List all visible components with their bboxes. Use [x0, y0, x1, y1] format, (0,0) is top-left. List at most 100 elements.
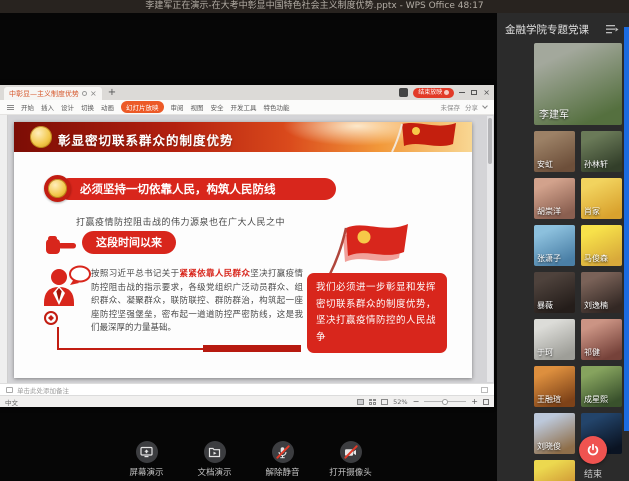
document-share-button[interactable]: 文档演示 [189, 441, 241, 478]
wps-menu-item[interactable]: 审阅 [171, 102, 184, 112]
status-language: 中文 [5, 397, 18, 407]
presenter-title-text: 李建军正在演示-在大考中彰显中国特色社会主义制度优势.pptx - WPS Of… [145, 1, 483, 11]
participant-tile[interactable]: 胡崇洋 [534, 178, 575, 219]
connector-line [57, 348, 207, 350]
account-avatar[interactable] [399, 88, 408, 97]
close-icon[interactable]: × [483, 89, 490, 97]
wps-document-tab[interactable]: 中彰显—主义制度优势 × [4, 87, 102, 100]
party-emblem-icon [30, 126, 52, 148]
participant-tile[interactable]: 孙林轩 [581, 131, 622, 172]
participant-name: 刘逸楠 [584, 300, 608, 311]
new-tab-button[interactable]: + [108, 87, 116, 98]
normal-view-icon[interactable] [357, 399, 364, 405]
zoom-in-button[interactable]: + [471, 398, 478, 406]
wps-office-window: 中彰显—主义制度优势 × + 结束放映 × [0, 85, 494, 407]
participant-tile[interactable]: 王融瑄 [534, 366, 575, 407]
wps-menu-item[interactable]: 插入 [41, 102, 54, 112]
slide-sorter-view-icon[interactable] [369, 399, 376, 405]
scrollbar-thumb[interactable] [488, 118, 492, 164]
unsaved-status: 未保存 [441, 102, 461, 112]
restore-icon[interactable] [471, 90, 477, 95]
chevron-down-icon[interactable] [482, 103, 488, 109]
participant-tile[interactable]: 马俊森 [581, 225, 622, 266]
wps-menu-item[interactable]: 切换 [81, 102, 94, 112]
tool-label: 屏幕演示 [129, 466, 163, 478]
wps-menu-item[interactable]: 特色功能 [264, 102, 290, 112]
sidebar-header: 金融学院专题党课 [505, 22, 619, 37]
wps-tab-title: 中彰显—主义制度优势 [9, 89, 79, 99]
participant-tile[interactable]: 李建军 [534, 43, 622, 125]
screen-share-button[interactable]: 屏幕演示 [121, 441, 173, 478]
zoom-slider[interactable] [424, 401, 466, 402]
wps-tab-bar: 中彰显—主义制度优势 × + 结束放映 × [0, 85, 494, 100]
tab-sync-icon [82, 91, 87, 96]
participant-tile[interactable] [534, 460, 575, 481]
participants-sidebar: 金融学院专题党课 李建军安虹 孙林轩胡崇洋 肖冢张潇子马俊森暴薇 刘逸楠于珂祁健王融瑄… [497, 13, 629, 481]
reading-view-icon[interactable] [381, 399, 388, 405]
zoom-slider-knob[interactable] [442, 399, 448, 405]
slide-banner: 彰显密切联系群众的制度优势 [14, 122, 472, 152]
wps-menu-item[interactable]: 视图 [191, 102, 204, 112]
participant-name: 祁健 [584, 347, 600, 358]
tool-label: 打开摄像头 [329, 466, 372, 478]
document-icon [208, 446, 221, 459]
end-show-badge[interactable]: 结束放映 [413, 88, 454, 98]
tool-label: 文档演示 [197, 466, 231, 478]
participant-tile[interactable]: 祁健 [581, 319, 622, 360]
notes-expand-icon[interactable] [481, 387, 488, 393]
notes-placeholder[interactable]: 单击此处添加备注 [17, 385, 69, 395]
meeting-app-window: 李建军正在演示-在大考中彰显中国特色社会主义制度优势.pptx - WPS Of… [0, 0, 629, 481]
slide-body-text: 按照习近平总书记关于紧紧依靠人民群众坚决打赢疫情防控阻击战的指示要求，各级党组织… [91, 268, 303, 336]
participant-list-toggle-icon[interactable] [606, 25, 619, 34]
power-icon [586, 443, 600, 457]
wps-menu-item[interactable]: 安全 [211, 102, 224, 112]
participant-name: 安虹 [537, 159, 553, 170]
zoom-level[interactable]: 52% [393, 398, 407, 406]
end-meeting-button[interactable] [579, 436, 607, 464]
zoom-out-button[interactable]: − [413, 398, 420, 406]
slide-callout: 我们必须进一步彰显和发挥密切联系群众的制度优势，坚决打赢疫情防控的人民战争 [307, 273, 447, 353]
participant-tile[interactable]: 暴薇 [534, 272, 575, 313]
meeting-toolbar: 屏幕演示 文档演示 [0, 441, 497, 478]
participant-tile[interactable]: 成星熙 [581, 366, 622, 407]
participant-tile[interactable]: 肖冢 [581, 178, 622, 219]
wps-notes-bar[interactable]: 单击此处添加备注 [0, 383, 494, 395]
slide-banner-title: 彰显密切联系群众的制度优势 [58, 130, 234, 149]
meeting-title: 金融学院专题党课 [505, 22, 589, 37]
participant-name: 胡崇洋 [537, 206, 561, 217]
connector-line [57, 327, 59, 350]
participant-name: 王融瑄 [537, 394, 561, 405]
participant-name: 肖冢 [584, 206, 600, 217]
wps-menu-item[interactable]: 开发工具 [231, 102, 257, 112]
speaker-figure-icon [42, 265, 92, 329]
participant-tile[interactable]: 张潇子 [534, 225, 575, 266]
wps-menu-item[interactable]: 设计 [61, 102, 74, 112]
participant-list: 李建军安虹孙林轩胡崇洋肖冢张潇子马俊森暴薇刘逸楠于珂祁健王融瑄成星熙刘晓俊陈绍 [534, 43, 622, 481]
camera-on-button[interactable]: 打开摄像头 [325, 441, 377, 478]
unmute-button[interactable]: 解除静音 [257, 441, 309, 478]
connector-bar [203, 345, 301, 352]
participant-name: 刘晓俊 [537, 441, 561, 452]
presenter-title-bar: 李建军正在演示-在大考中彰显中国特色社会主义制度优势.pptx - WPS Of… [0, 0, 629, 13]
document-scrollbar[interactable] [487, 116, 493, 382]
wps-menu-item[interactable]: 开始 [21, 102, 34, 112]
participant-tile[interactable]: 安虹 [534, 131, 575, 172]
participant-name: 暴薇 [537, 300, 553, 311]
participant-name: 马俊森 [584, 253, 608, 264]
participant-tile[interactable]: 刘晓俊 [534, 413, 575, 454]
wps-menu-item[interactable]: 幻灯片放映 [121, 101, 164, 113]
wps-menu-item[interactable]: 动画 [101, 102, 114, 112]
end-meeting-label: 结束 [575, 467, 611, 480]
file-menu-icon[interactable] [7, 105, 14, 110]
fullscreen-icon[interactable] [483, 399, 489, 405]
share-button[interactable]: 分享 [465, 102, 478, 112]
slide-panel-collapsed[interactable] [0, 115, 8, 383]
participant-tile[interactable]: 于珂 [534, 319, 575, 360]
desktop-edge-strip [624, 27, 629, 431]
slide-tag: 这段时间以来 [82, 231, 176, 254]
minimize-icon[interactable] [459, 92, 465, 93]
participant-tile[interactable]: 刘逸楠 [581, 272, 622, 313]
body-highlight: 紧紧依靠人民群众 [179, 269, 250, 279]
tab-close-icon[interactable]: × [90, 90, 97, 98]
shared-screen-area: 中彰显—主义制度优势 × + 结束放映 × [0, 13, 497, 481]
